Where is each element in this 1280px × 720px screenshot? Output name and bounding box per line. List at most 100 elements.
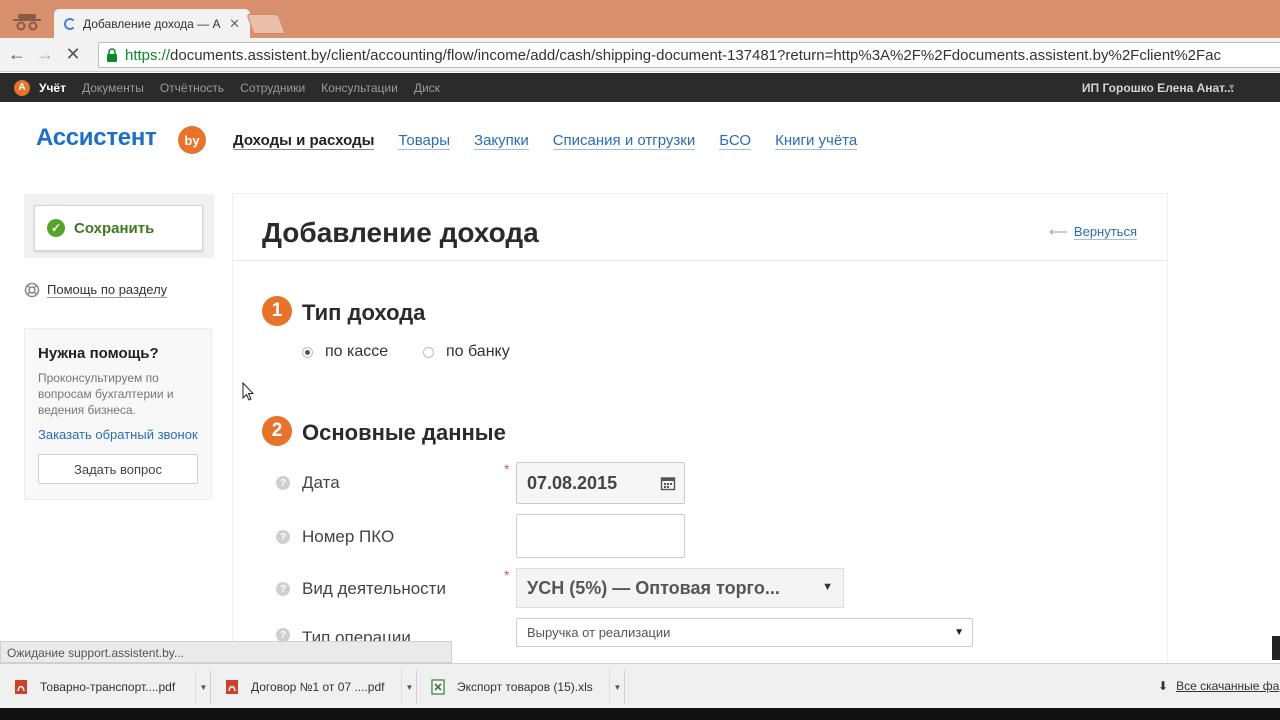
help-link-label: Помощь по разделу [47,282,168,298]
chevron-down-icon[interactable]: ▼ [609,670,625,704]
date-label-text: Дата [302,473,340,492]
activity-value: УСН (5%) — Оптовая торго... [527,577,780,598]
chevron-down-icon[interactable]: ▼ [1227,82,1236,92]
tab-books[interactable]: Книги учёта [775,132,858,150]
chevron-down-icon[interactable]: ▼ [195,670,211,704]
app-navbar: A Учёт Документы Отчётность Сотрудники К… [0,73,1280,102]
save-button[interactable]: ✓ Сохранить [34,205,203,251]
address-bar[interactable]: https://documents.assistent.by/client/ac… [98,42,1280,68]
tab-title: Добавление дохода — А [83,16,221,31]
incognito-icon [13,14,41,31]
excel-file-icon [431,679,445,695]
download-item[interactable]: Договор №1 от 07 ....pdf ▼ [211,670,417,704]
callback-link[interactable]: Заказать обратный звонок [38,427,198,442]
site-logo-badge: by [178,126,206,154]
stop-loading-icon[interactable]: ✕ [62,44,84,66]
calendar-icon[interactable] [660,475,676,491]
mouse-cursor-icon [242,382,254,401]
pko-number-input[interactable] [516,514,685,558]
save-label: Сохранить [74,219,155,237]
download-filename: Договор №1 от 07 ....pdf [251,680,385,694]
download-item[interactable]: Товарно-транспорт....pdf ▼ [0,670,211,704]
help-box-title: Нужна помощь? [38,345,159,362]
operation-type-select[interactable]: Выручка от реализации ▼ [516,618,973,647]
radio-cash-indicator[interactable] [302,346,313,358]
all-downloads-link[interactable]: ⬇ Все скачанные фа [1158,679,1279,693]
back-link[interactable]: ⟵ Вернуться [1049,224,1137,240]
nav-item-consultations[interactable]: Консультации [321,81,398,95]
app-logo-icon[interactable]: A [14,79,30,96]
close-tab-icon[interactable]: ✕ [229,16,240,32]
browser-toolbar: ← → ✕ https://documents.assistent.by/cli… [0,38,1280,72]
help-question-icon[interactable]: ? [276,530,290,544]
optype-label-text: Тип операции [302,628,411,641]
browser-tab-active[interactable]: Добавление дохода — А ✕ [54,9,250,38]
nav-item-disk[interactable]: Диск [414,81,440,95]
pdf-file-icon [226,680,238,694]
nav-item-documents[interactable]: Документы [82,81,144,95]
url-text: documents.assistent.by/client/accounting… [170,46,1222,64]
required-mark: * [504,567,510,583]
main-nav: Доходы и расходы Товары Закупки Списания… [233,132,881,150]
new-tab-button[interactable] [246,14,286,34]
help-question-icon[interactable]: ? [276,628,290,641]
page-title: Добавление дохода [262,217,539,248]
optype-label: ? Тип операции [276,628,411,641]
checkmark-icon: ✓ [47,219,65,237]
help-box: Нужна помощь? Проконсультируем по вопрос… [24,328,212,500]
optype-value: Выручка от реализации [527,625,671,640]
section-number-2: 2 [262,416,292,446]
back-link-label: Вернуться [1073,223,1137,240]
help-question-icon[interactable]: ? [276,582,290,596]
dropdown-arrow-icon: ▼ [954,627,964,638]
date-label: ? Дата [276,473,340,493]
radio-cash-label: по кассе [325,343,389,360]
scrollbar-thumb[interactable] [1272,636,1280,660]
radio-bank-label: по банку [446,343,510,360]
radio-cash[interactable]: по кассе [302,343,388,361]
forward-arrow-icon[interactable]: → [34,44,56,66]
download-filename: Экспорт товаров (15).xls [457,680,593,694]
arrow-left-icon: ⟵ [1049,224,1068,239]
pdf-file-icon [15,680,27,694]
section-title-income-type: Тип дохода [302,300,426,325]
back-arrow-icon[interactable]: ← [6,44,28,66]
url-scheme: https:// [125,46,171,64]
help-question-icon[interactable]: ? [276,476,290,490]
tab-writeoffs[interactable]: Списания и отгрузки [552,132,696,150]
tab-purchases[interactable]: Закупки [474,132,529,150]
help-section-link[interactable]: Помощь по разделу [24,282,168,298]
radio-bank[interactable]: по банку [423,343,510,361]
browser-tab-bar: Добавление дохода — А ✕ [0,0,1280,38]
loading-spinner-icon [64,17,76,30]
tab-goods[interactable]: Товары [398,132,451,150]
pko-label-text: Номер ПКО [302,527,395,546]
required-mark: * [504,461,510,477]
download-arrow-icon: ⬇ [1158,679,1169,693]
nav-item-reports[interactable]: Отчётность [160,81,224,95]
form-header: Добавление дохода ⟵ Вернуться [233,194,1167,261]
site-logo[interactable]: Ассистент [36,124,157,152]
lifebuoy-icon [24,282,40,298]
activity-type-select[interactable]: УСН (5%) — Оптовая торго... ▼ [516,568,844,608]
section-title-main-data: Основные данные [302,420,506,445]
date-field[interactable]: 07.08.2015 [516,462,685,504]
download-filename: Товарно-транспорт....pdf [40,680,176,694]
nav-item-employees[interactable]: Сотрудники [240,81,305,95]
section-number-1: 1 [262,296,292,326]
radio-bank-indicator[interactable] [423,346,434,358]
ask-question-button[interactable]: Задать вопрос [38,454,198,484]
chevron-down-icon[interactable]: ▼ [401,670,417,704]
tab-bso[interactable]: БСО [719,132,752,150]
lock-icon [107,48,117,62]
tab-income-expenses[interactable]: Доходы и расходы [233,132,375,150]
download-item[interactable]: Экспорт товаров (15).xls ▼ [417,670,625,704]
activity-label: ? Вид деятельности [276,579,446,599]
user-menu[interactable]: ИП Горошко Елена Анат... [1082,81,1234,95]
nav-item-uchet[interactable]: Учёт [39,81,66,95]
all-downloads-label: Все скачанные фа [1176,679,1280,693]
activity-label-text: Вид деятельности [302,579,446,598]
pko-label: ? Номер ПКО [276,527,394,547]
date-value: 07.08.2015 [527,472,618,493]
dropdown-arrow-icon: ▼ [822,581,833,593]
